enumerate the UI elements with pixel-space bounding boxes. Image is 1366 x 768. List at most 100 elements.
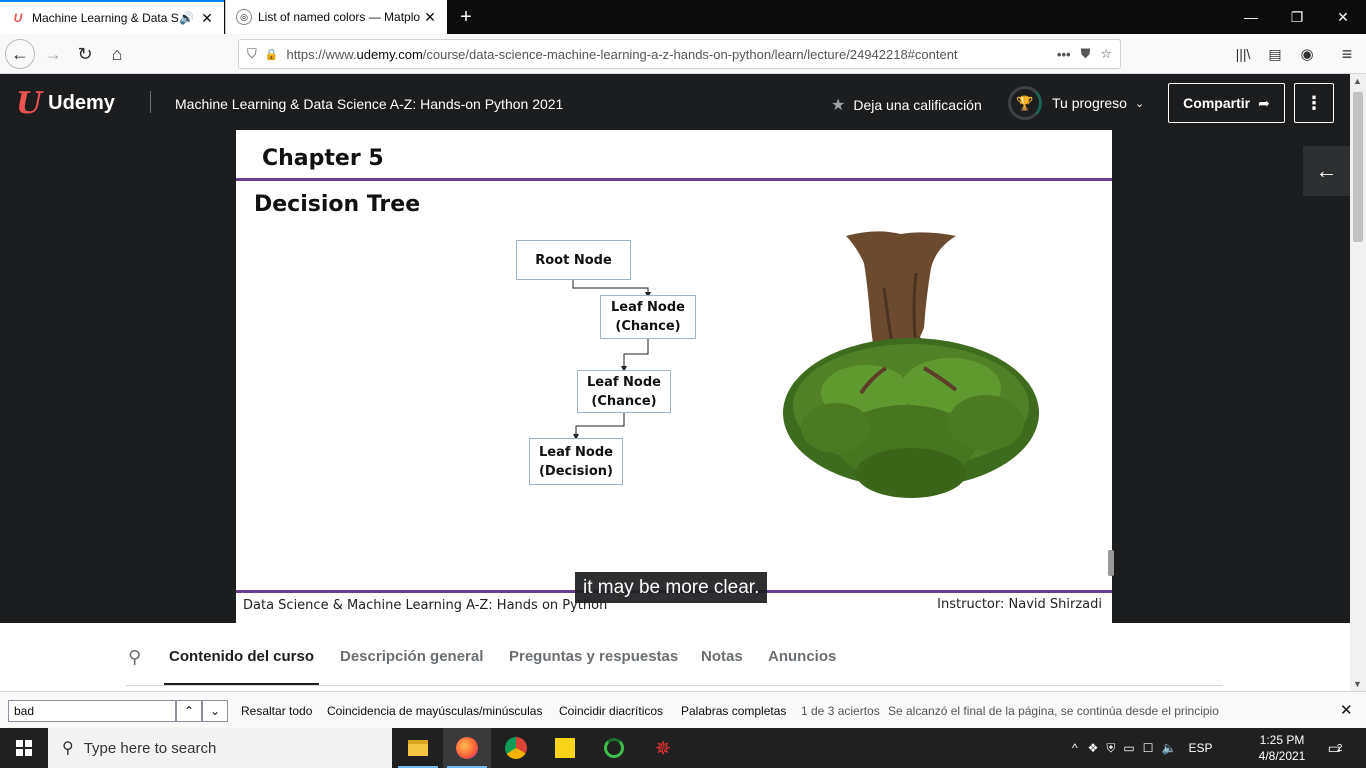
- find-next-button[interactable]: ⌄: [202, 700, 228, 722]
- chrome-icon[interactable]: [492, 728, 540, 768]
- whole-words-checkbox[interactable]: Palabras completas: [681, 704, 786, 718]
- slide-footer-instructor: Instructor: Navid Shirzadi: [937, 597, 1102, 612]
- page-scrollbar[interactable]: ▲ ▼: [1350, 74, 1366, 691]
- bookmark-star-icon[interactable]: ☆: [1100, 46, 1112, 62]
- tab-course-content[interactable]: Contenido del curso: [169, 648, 314, 665]
- minimize-icon[interactable]: —: [1228, 0, 1274, 34]
- more-options-button[interactable]: ⋮: [1294, 83, 1334, 123]
- dropbox-icon[interactable]: ❖: [1088, 741, 1099, 755]
- sidebar-icon[interactable]: ▤: [1260, 39, 1290, 69]
- url-bar[interactable]: ⛉ 🔒 https://www.udemy.com/course/data-sc…: [238, 39, 1121, 69]
- search-icon: ⚲: [62, 740, 74, 757]
- reload-button[interactable]: ↻: [70, 39, 100, 69]
- refresh-app-icon[interactable]: [590, 728, 638, 768]
- menu-icon[interactable]: ≡: [1332, 39, 1362, 69]
- wrap-notice: Se alcanzó el final de la página, se con…: [888, 704, 1219, 718]
- sticky-notes-icon[interactable]: [541, 728, 589, 768]
- highlight-all-checkbox[interactable]: Resaltar todo: [241, 704, 312, 718]
- tab-overview[interactable]: Descripción general: [340, 648, 483, 665]
- leaf-node-chance-1: Leaf Node (Chance): [600, 295, 696, 339]
- battery-icon[interactable]: ▭: [1123, 741, 1134, 755]
- language-indicator[interactable]: ESP: [1188, 741, 1212, 755]
- arrow-left-icon: ←: [1315, 158, 1338, 183]
- course-tabs: ⚲ Contenido del curso Descripción genera…: [0, 623, 1350, 691]
- video-player[interactable]: Chapter 5 Decision Tree Root Node Leaf N…: [0, 130, 1350, 623]
- security-icon[interactable]: ⛨: [1106, 741, 1115, 756]
- scroll-up-icon[interactable]: ▲: [1353, 76, 1362, 86]
- leaf-node-decision: Leaf Node (Decision): [529, 438, 623, 485]
- account-icon[interactable]: ◉: [1292, 39, 1322, 69]
- speaker-icon[interactable]: 🔊: [179, 11, 194, 25]
- start-button[interactable]: [0, 728, 48, 768]
- restore-icon[interactable]: ❐: [1274, 0, 1320, 34]
- close-tab-icon[interactable]: ✕: [198, 10, 216, 27]
- find-input[interactable]: bad: [8, 700, 176, 722]
- clock-time: 1:25 PM: [1259, 733, 1305, 747]
- page-actions-icon[interactable]: •••: [1057, 47, 1071, 62]
- notifications-button[interactable]: ▭ 2: [1320, 736, 1350, 760]
- match-diacritics-checkbox[interactable]: Coincidir diacríticos: [559, 704, 663, 718]
- udemy-logo[interactable]: U Udemy: [16, 86, 115, 121]
- leaf-node-chance-2: Leaf Node (Chance): [577, 370, 671, 413]
- slide-footer-course: Data Science & Machine Learning A-Z: Han…: [243, 598, 608, 613]
- search-icon[interactable]: ⚲: [128, 647, 141, 668]
- lock-icon[interactable]: 🔒: [265, 48, 279, 61]
- tabs-divider: [126, 685, 1223, 686]
- find-bar: bad ⌃ ⌄ Resaltar todo Coincidencia de ma…: [0, 691, 1366, 728]
- chevron-down-icon: ⌄: [1134, 97, 1145, 110]
- header-divider: [150, 91, 151, 113]
- scrollbar-thumb[interactable]: [1353, 92, 1363, 242]
- chevron-up-icon[interactable]: ^: [1072, 741, 1078, 755]
- volume-icon[interactable]: 🔈: [1162, 741, 1177, 755]
- browser-tab-bar: U Machine Learning & Data Sc 🔊 ✕ ◎ List …: [0, 0, 1366, 34]
- navigation-bar: ← → ↻ ⌂ ⛉ 🔒 https://www.udemy.com/course…: [0, 34, 1366, 74]
- url-text[interactable]: https://www.udemy.com/course/data-scienc…: [286, 47, 1046, 62]
- find-previous-button[interactable]: ⌃: [176, 700, 202, 722]
- trophy-icon: 🏆: [1008, 86, 1042, 120]
- udemy-header: U Udemy Machine Learning & Data Science …: [0, 74, 1350, 130]
- match-count: 1 de 3 aciertos: [801, 704, 880, 718]
- clock-date: 4/8/2021: [1258, 749, 1306, 763]
- close-find-bar-icon[interactable]: ✕: [1340, 701, 1353, 719]
- file-explorer-icon[interactable]: [394, 728, 442, 768]
- udemy-icon: U: [16, 86, 43, 121]
- spider-app-icon[interactable]: ✵: [639, 728, 687, 768]
- close-tab-icon[interactable]: ✕: [421, 9, 439, 26]
- scroll-down-icon[interactable]: ▼: [1353, 679, 1362, 689]
- share-arrow-icon: ➦: [1258, 94, 1270, 111]
- tab-title: List of named colors — Matplo: [258, 10, 421, 24]
- progress-dropdown[interactable]: 🏆 Tu progreso ⌄: [1008, 86, 1144, 120]
- course-title[interactable]: Machine Learning & Data Science A-Z: Han…: [175, 96, 563, 112]
- expand-sidebar-button[interactable]: ←: [1303, 146, 1350, 196]
- matplotlib-icon: ◎: [236, 9, 252, 25]
- tab-notes[interactable]: Notas: [701, 648, 743, 665]
- system-tray: ^ ❖ ⛨ ▭ ☐ 🔈 ESP: [1072, 728, 1213, 768]
- windows-logo-icon: [16, 740, 32, 756]
- tab-udemy[interactable]: U Machine Learning & Data Sc 🔊 ✕: [0, 0, 224, 34]
- shield-icon[interactable]: ⛉: [247, 46, 257, 62]
- pocket-icon[interactable]: ⛊: [1081, 46, 1091, 62]
- video-caption: it may be more clear.: [575, 572, 768, 603]
- taskbar-search[interactable]: ⚲ Type here to search: [48, 728, 392, 768]
- tab-announcements[interactable]: Anuncios: [768, 648, 836, 665]
- windows-taskbar: ⚲ Type here to search ✵ ^ ❖ ⛨ ▭ ☐ 🔈 ESP …: [0, 728, 1366, 768]
- tab-matplotlib[interactable]: ◎ List of named colors — Matplo ✕: [225, 0, 447, 34]
- slide-scroll-handle[interactable]: [1108, 550, 1114, 576]
- window-close-icon[interactable]: ✕: [1320, 0, 1366, 34]
- star-icon: ★: [831, 97, 846, 114]
- tab-title: Machine Learning & Data Sc: [32, 11, 180, 25]
- tab-qa[interactable]: Preguntas y respuestas: [509, 648, 678, 665]
- share-button[interactable]: Compartir ➦: [1168, 83, 1285, 123]
- clock[interactable]: 1:25 PM 4/8/2021: [1252, 732, 1312, 764]
- library-icon[interactable]: |||\: [1228, 39, 1258, 69]
- upside-down-tree-illustration: [783, 231, 1039, 498]
- lecture-slide: Chapter 5 Decision Tree Root Node Leaf N…: [236, 130, 1112, 623]
- home-button[interactable]: ⌂: [102, 39, 132, 69]
- network-icon[interactable]: ☐: [1143, 741, 1154, 755]
- back-button[interactable]: ←: [5, 39, 35, 69]
- firefox-icon[interactable]: [443, 728, 491, 768]
- match-case-checkbox[interactable]: Coincidencia de mayúsculas/minúsculas: [327, 704, 542, 718]
- forward-button[interactable]: →: [38, 39, 68, 69]
- new-tab-button[interactable]: +: [452, 0, 480, 34]
- rate-course-button[interactable]: ★ Deja una calificación: [831, 95, 982, 115]
